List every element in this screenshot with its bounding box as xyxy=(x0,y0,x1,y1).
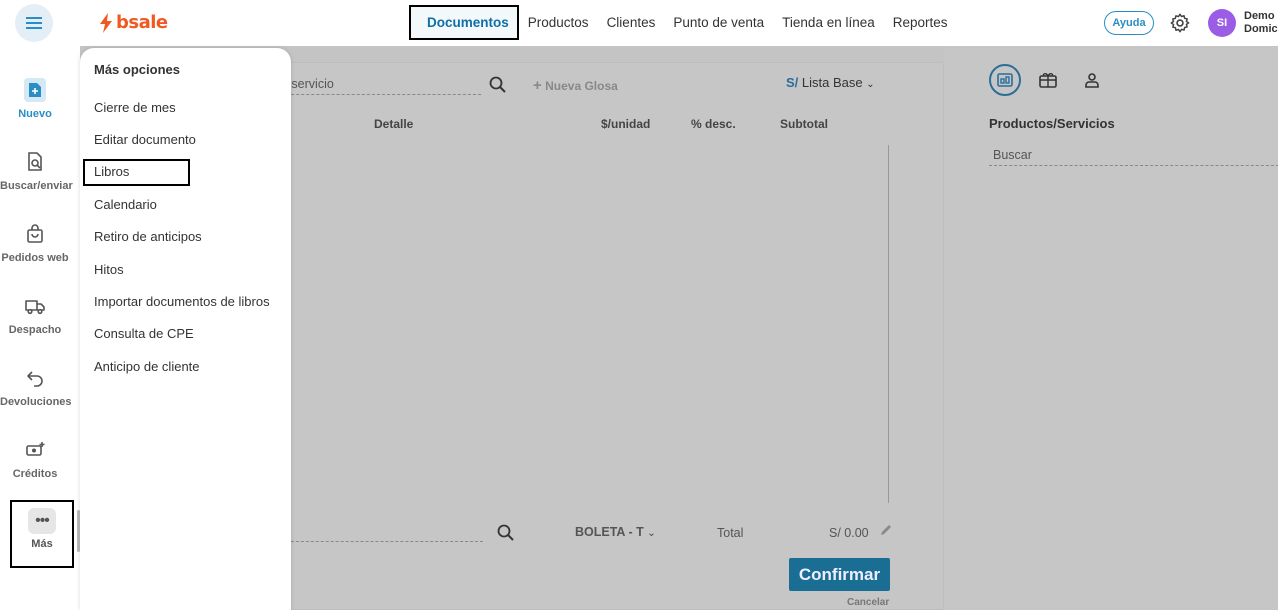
document-panel: o servicio + Nueva Glosa S/ Lista Base ⌄… xyxy=(270,62,944,610)
products-panel: Productos/Servicios Buscar xyxy=(944,46,1278,610)
sidebar-item-label: Buscar/enviar xyxy=(0,180,73,192)
column-header-detalle: Detalle xyxy=(374,117,414,131)
nav-productos[interactable]: Productos xyxy=(519,5,598,40)
client-search-input[interactable] xyxy=(271,541,483,542)
brand-logo[interactable]: bsale xyxy=(99,12,168,33)
menu-button[interactable] xyxy=(15,4,53,42)
sidebar-item-pedidos-web[interactable]: Pedidos web xyxy=(0,222,70,264)
pencil-icon[interactable] xyxy=(879,523,893,537)
sidebar-item-nuevo[interactable]: Nuevo xyxy=(0,78,70,120)
bsale-logo-icon xyxy=(100,12,112,33)
product-search-input[interactable]: o servicio xyxy=(281,77,481,95)
menu-item-libros[interactable]: Libros xyxy=(94,164,129,179)
search-icon[interactable] xyxy=(488,75,508,95)
main-nav: Documentos Productos Clientes Punto de v… xyxy=(409,5,957,40)
gift-card-icon[interactable] xyxy=(1032,64,1064,96)
confirm-button[interactable]: Confirmar xyxy=(789,558,890,591)
pos-terminal-icon[interactable] xyxy=(989,64,1021,96)
column-header-subtotal: Subtotal xyxy=(780,117,828,131)
sidebar-item-mas[interactable]: ••• Más xyxy=(10,500,74,568)
sidebar-item-creditos[interactable]: Créditos xyxy=(0,438,70,480)
cancel-link[interactable]: Cancelar xyxy=(847,597,889,608)
money-plus-icon xyxy=(26,442,45,456)
menu-item-retiro-de-anticipos[interactable]: Retiro de anticipos xyxy=(94,229,202,244)
products-search-input[interactable]: Buscar xyxy=(989,148,1278,166)
new-gloss-button[interactable]: + Nueva Glosa xyxy=(533,77,618,94)
user-name-line2: Domic xyxy=(1244,23,1278,35)
total-value: S/ 0.00 xyxy=(829,526,869,540)
sidebar-item-label: Despacho xyxy=(8,324,62,336)
user-name-line1: Demo xyxy=(1244,10,1275,22)
chevron-down-icon: ⌄ xyxy=(866,79,875,90)
nav-reportes[interactable]: Reportes xyxy=(884,5,957,40)
menu-icon xyxy=(26,17,42,29)
return-arrow-icon xyxy=(27,371,43,387)
menu-item-anticipo-de-cliente[interactable]: Anticipo de cliente xyxy=(94,359,200,374)
nav-punto-de-venta[interactable]: Punto de venta xyxy=(664,5,773,40)
more-dots-icon: ••• xyxy=(28,508,56,534)
menu-item-importar-documentos[interactable]: Importar documentos de libros xyxy=(94,294,270,309)
gear-icon[interactable] xyxy=(1169,12,1191,34)
chevron-down-icon: ⌄ xyxy=(647,528,656,539)
sidebar: Nuevo Buscar/enviar Pedidos web Despacho xyxy=(0,46,80,610)
shopping-bag-icon xyxy=(27,224,43,243)
menu-item-editar-documento[interactable]: Editar documento xyxy=(94,132,196,147)
sidebar-item-buscar-enviar[interactable]: Buscar/enviar xyxy=(0,150,73,192)
new-document-icon xyxy=(24,78,46,102)
nav-documentos[interactable]: Documentos xyxy=(409,5,519,40)
top-bar: bsale Documentos Productos Clientes Punt… xyxy=(0,0,1278,46)
menu-item-consulta-de-cpe[interactable]: Consulta de CPE xyxy=(94,326,194,341)
person-icon[interactable] xyxy=(1076,64,1108,96)
sidebar-item-label: Nuevo xyxy=(18,108,52,120)
avatar[interactable]: SI xyxy=(1208,9,1236,37)
column-header-unit-price: $/unidad xyxy=(601,117,651,131)
total-label: Total xyxy=(717,526,744,540)
brand-name: bsale xyxy=(116,12,168,33)
sidebar-item-devoluciones[interactable]: Devoluciones xyxy=(0,366,72,408)
column-header-discount: % desc. xyxy=(691,117,736,131)
sidebar-item-label: Pedidos web xyxy=(1,252,69,264)
price-list-selector[interactable]: S/ Lista Base ⌄ xyxy=(786,75,875,90)
more-options-menu: Más opciones Cierre de mes Editar docume… xyxy=(80,48,291,610)
currency-symbol: S/ xyxy=(786,75,799,90)
price-list-name: Lista Base xyxy=(801,75,863,90)
table-divider xyxy=(888,145,889,503)
search-icon[interactable] xyxy=(496,523,516,543)
more-options-title: Más opciones xyxy=(94,62,180,77)
menu-item-cierre-de-mes[interactable]: Cierre de mes xyxy=(94,100,176,115)
products-panel-title: Productos/Servicios xyxy=(989,116,1115,131)
document-search-icon xyxy=(28,152,42,171)
menu-item-calendario[interactable]: Calendario xyxy=(94,197,157,212)
sidebar-item-label: Más xyxy=(31,538,53,550)
nav-clientes[interactable]: Clientes xyxy=(598,5,665,40)
help-button[interactable]: Ayuda xyxy=(1104,11,1154,35)
user-name[interactable]: Demo Domic xyxy=(1244,10,1278,36)
sidebar-item-label: Devoluciones xyxy=(0,396,72,408)
document-type-selector[interactable]: BOLETA - T ⌄ xyxy=(575,525,656,539)
plus-icon: + xyxy=(533,77,542,94)
nav-tienda-en-linea[interactable]: Tienda en línea xyxy=(773,5,884,40)
sidebar-item-label: Créditos xyxy=(12,468,58,480)
sidebar-item-despacho[interactable]: Despacho xyxy=(0,294,70,336)
menu-item-hitos[interactable]: Hitos xyxy=(94,262,124,277)
truck-icon xyxy=(25,300,45,315)
